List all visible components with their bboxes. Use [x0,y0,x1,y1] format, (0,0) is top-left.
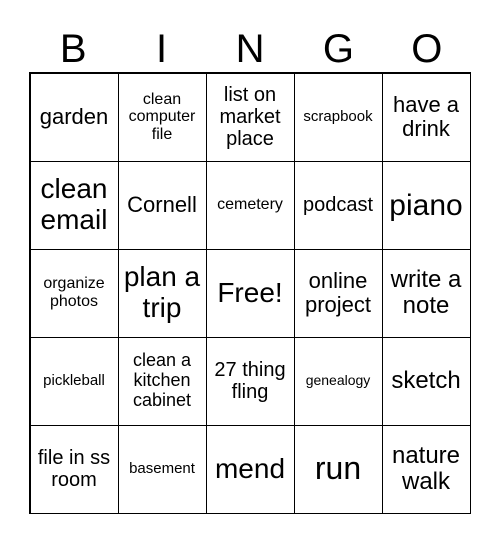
bingo-cell[interactable]: file in ss room [29,424,119,514]
bingo-cell[interactable]: have a drink [381,72,471,162]
header-letter-g: G [322,27,354,71]
header-letter-o: O [411,27,443,71]
bingo-cell[interactable]: organize photos [29,248,119,338]
bingo-cell[interactable]: pickleball [29,336,119,426]
header-letter-n: N [235,27,265,71]
bingo-cell[interactable]: piano [381,160,471,250]
bingo-cell[interactable]: clean computer file [117,72,207,162]
bingo-cell[interactable]: plan a trip [117,248,207,338]
bingo-cell[interactable]: online project [293,248,383,338]
bingo-cell[interactable]: mend [205,424,295,514]
bingo-cell[interactable]: run [293,424,383,514]
bingo-header: B I N G O [29,26,471,72]
bingo-cell[interactable]: basement [117,424,207,514]
free-space-cell[interactable]: Free! [205,248,295,338]
header-letter-b: B [59,27,87,71]
bingo-cell[interactable]: podcast [293,160,383,250]
bingo-cell[interactable]: 27 thing fling [205,336,295,426]
bingo-cell[interactable]: clean email [29,160,119,250]
bingo-cell[interactable]: cemetery [205,160,295,250]
bingo-cell[interactable]: genealogy [293,336,383,426]
bingo-cell[interactable]: write a note [381,248,471,338]
bingo-cell[interactable]: clean a kitchen cabinet [117,336,207,426]
bingo-cell[interactable]: scrapbook [293,72,383,162]
bingo-grid: garden clean computer file list on market … [29,72,471,514]
bingo-cell[interactable]: nature walk [381,424,471,514]
header-letter-i: I [156,27,168,71]
bingo-cell[interactable]: Cornell [117,160,207,250]
bingo-cell[interactable]: list on market place [205,72,295,162]
bingo-cell[interactable]: sketch [381,336,471,426]
bingo-cell[interactable]: garden [29,72,119,162]
